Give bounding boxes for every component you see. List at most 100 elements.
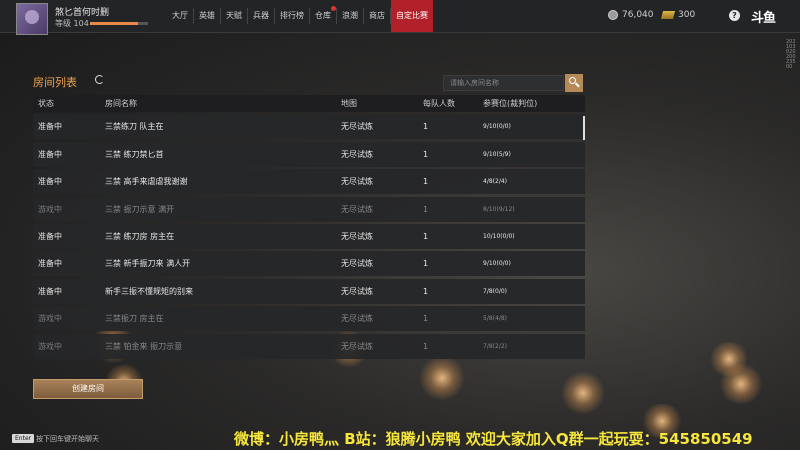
room-row[interactable]: 准备中 三禁 新手振刀来 满人开 无尽试炼 1 9/10(0/0)	[33, 251, 585, 277]
nav-tab-warehouse[interactable]: 仓库	[310, 0, 336, 32]
room-seats: 9/10(0/0)	[483, 260, 511, 268]
room-seats: 4/8(2/4)	[483, 178, 507, 186]
room-row[interactable]: 准备中 三禁练刀 队主在 无尽试炼 1 9/10(0/0)	[33, 114, 585, 140]
room-map: 无尽试炼	[341, 259, 373, 269]
lantern-glow	[718, 364, 764, 404]
room-map: 无尽试炼	[341, 341, 373, 351]
table-header: 状态 房间名称 地图 每队人数 参赛位(裁判位)	[33, 95, 585, 112]
room-state: 游戏中	[38, 204, 62, 214]
room-map: 无尽试炼	[341, 149, 373, 159]
room-state: 准备中	[38, 259, 62, 269]
enter-key-badge: Enter	[12, 434, 35, 443]
room-seats: 7/8(2/2)	[483, 342, 507, 350]
room-row[interactable]: 准备中 三禁 练刀禁匕首 无尽试炼 1 9/10(5/9)	[33, 141, 585, 167]
room-state: 准备中	[38, 286, 62, 296]
nav-tab-shop[interactable]: 商店	[364, 0, 390, 32]
room-map: 无尽试炼	[341, 177, 373, 187]
coin-icon	[608, 10, 618, 20]
nav-tab-talents[interactable]: 天赋	[221, 0, 247, 32]
gold-bar-icon	[660, 11, 676, 19]
column-header-team-size: 每队人数	[423, 99, 455, 108]
exp-bar-fill	[90, 22, 138, 25]
nav-tab-custom-match[interactable]: 自定比赛	[391, 0, 433, 32]
search-icon-handle	[575, 82, 580, 88]
room-name: 三禁 铂金来 振刀示意	[105, 341, 183, 351]
nav-tab-leaderboard[interactable]: 排行榜	[275, 0, 309, 32]
room-team-size: 1	[423, 341, 429, 351]
room-state: 准备中	[38, 149, 62, 159]
room-team-size: 1	[423, 122, 429, 132]
gold-amount: 300	[678, 10, 696, 20]
gold-balance: 300	[660, 10, 696, 20]
room-state: 准备中	[38, 231, 62, 241]
room-map: 无尽试炼	[341, 314, 373, 324]
main-nav: 大厅 英雄 天赋 兵器 排行榜 仓库 浪潮 商店 自定比赛	[167, 0, 433, 32]
room-name: 三禁 练刀禁匕首	[105, 149, 164, 159]
room-team-size: 1	[423, 231, 429, 241]
room-name: 三禁 振刀示意 满开	[105, 204, 175, 214]
room-name: 三禁练刀 队主在	[105, 122, 164, 132]
create-room-button[interactable]: 创建房间	[33, 379, 143, 399]
room-state: 准备中	[38, 122, 62, 132]
room-list-title: 房间列表	[33, 76, 77, 89]
room-row[interactable]: 游戏中 三禁 振刀示意 满开 无尽试炼 1 8/10(9/12)	[33, 196, 585, 222]
room-row[interactable]: 准备中 三禁 练刀房 房主在 无尽试炼 1 10/10(0/0)	[33, 223, 585, 249]
room-seats: 5/8(4/8)	[483, 315, 507, 323]
refresh-icon[interactable]	[95, 75, 104, 84]
room-seats: 8/10(9/12)	[483, 205, 515, 213]
room-search-input[interactable]	[443, 75, 564, 91]
help-icon[interactable]: ?	[729, 10, 740, 21]
nav-tab-tide[interactable]: 浪潮	[337, 0, 363, 32]
room-team-size: 1	[423, 259, 429, 269]
room-map: 无尽试炼	[341, 286, 373, 296]
room-team-size: 1	[423, 286, 429, 296]
room-team-size: 1	[423, 314, 429, 324]
nav-tab-lobby[interactable]: 大厅	[167, 0, 193, 32]
room-name: 三禁 高手来虐虐我谢谢	[105, 177, 188, 187]
lantern-glow	[560, 372, 606, 414]
nav-tab-weapons[interactable]: 兵器	[248, 0, 274, 32]
room-name: 三禁 练刀房 房主在	[105, 231, 175, 241]
room-map: 无尽试炼	[341, 204, 373, 214]
search-button[interactable]	[565, 74, 583, 92]
column-header-seats: 参赛位(裁判位)	[483, 99, 538, 108]
nav-tab-warehouse-label: 仓库	[315, 11, 331, 20]
player-name: 煞匕首何时删	[55, 8, 110, 18]
room-seats: 10/10(0/0)	[483, 232, 515, 240]
room-map: 无尽试炼	[341, 231, 373, 241]
room-row[interactable]: 游戏中 三禁 铂金来 振刀示意 无尽试炼 1 7/8(2/2)	[33, 333, 585, 359]
room-row[interactable]: 准备中 新手三振不懂规矩的别来 无尽试炼 1 7/8(0/0)	[33, 278, 585, 304]
side-code: 20210302020023500	[786, 39, 796, 70]
room-seats: 9/10(0/0)	[483, 123, 511, 131]
column-header-state: 状态	[38, 99, 54, 108]
top-bar: 煞匕首何时删 等级 104 大厅 英雄 天赋 兵器 排行榜 仓库 浪潮 商店 自…	[0, 0, 800, 35]
room-table: 状态 房间名称 地图 每队人数 参赛位(裁判位) 准备中 三禁练刀 队主在 无尽试炼…	[33, 95, 585, 359]
room-row[interactable]: 游戏中 三禁振刀 房主在 无尽试炼 1 5/8(4/8)	[33, 306, 585, 332]
column-header-map: 地图	[341, 99, 357, 108]
room-seats: 9/10(5/9)	[483, 150, 511, 158]
room-name: 新手三振不懂规矩的别来	[105, 286, 193, 296]
stream-banner: 微博：小房鸭灬 B站：狼腾小房鸭 欢迎大家加入Q群一起玩耍：545850549	[234, 430, 753, 448]
room-map: 无尽试炼	[341, 122, 373, 132]
lantern-glow	[708, 342, 750, 376]
coin-amount: 76,040	[622, 10, 654, 20]
player-level: 等级 104	[55, 19, 89, 28]
room-row[interactable]: 准备中 三禁 高手来虐虐我谢谢 无尽试炼 1 4/8(2/4)	[33, 169, 585, 195]
room-name: 三禁振刀 房主在	[105, 314, 164, 324]
room-team-size: 1	[423, 204, 429, 214]
douyu-logo: 斗鱼	[751, 11, 776, 26]
room-state: 游戏中	[38, 341, 62, 351]
room-name: 三禁 新手振刀来 满人开	[105, 259, 191, 269]
chat-hint: 按下回车键开始聊天	[36, 435, 99, 443]
notification-dot	[331, 6, 336, 11]
room-seats: 7/8(0/0)	[483, 287, 507, 295]
avatar[interactable]	[16, 3, 48, 35]
nav-tab-heroes[interactable]: 英雄	[194, 0, 220, 32]
exp-bar	[90, 22, 148, 25]
room-state: 准备中	[38, 177, 62, 187]
coin-balance: 76,040	[608, 10, 654, 20]
room-state: 游戏中	[38, 314, 62, 324]
lantern-glow	[418, 356, 466, 400]
list-scrollbar[interactable]	[583, 116, 585, 140]
room-team-size: 1	[423, 149, 429, 159]
